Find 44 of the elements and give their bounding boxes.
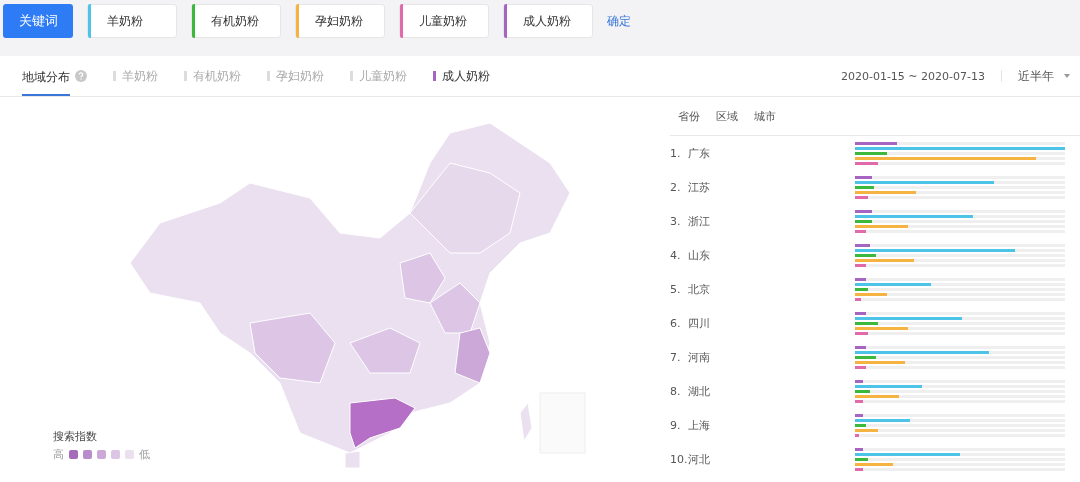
- legend-title: 搜索指数: [53, 429, 98, 444]
- region-tab[interactable]: 省份: [678, 108, 700, 124]
- rank-number: 8.: [670, 384, 682, 398]
- caret-icon: [1064, 74, 1070, 78]
- legend-low-label: 低: [139, 447, 150, 462]
- rank-number: 3.: [670, 214, 682, 228]
- period-dropdown[interactable]: 近半年: [1018, 67, 1070, 85]
- province-name: 河南: [688, 349, 711, 365]
- province-name: 广东: [688, 145, 711, 161]
- keyword-button[interactable]: 关键词: [3, 4, 73, 38]
- rank-number: 9.: [670, 418, 682, 432]
- tab-marker-icon: [350, 71, 353, 81]
- tab-marker-icon: [184, 71, 187, 81]
- tab-marker-icon: [267, 71, 270, 81]
- province-name: 河北: [688, 451, 711, 467]
- rank-number: 4.: [670, 248, 682, 262]
- legend-high-label: 高: [53, 447, 64, 462]
- keyword-field[interactable]: 成人奶粉: [503, 4, 593, 38]
- province-name: 江苏: [688, 179, 711, 195]
- province-name: 上海: [688, 417, 711, 433]
- date-range: 2020-01-15 ~ 2020-07-13: [840, 69, 985, 83]
- rank-number: 2.: [670, 180, 682, 194]
- confirm-link[interactable]: 确定: [607, 12, 631, 30]
- keyword-field[interactable]: 有机奶粉: [191, 4, 281, 38]
- province-name: 湖北: [688, 383, 711, 399]
- region-tab[interactable]: 城市: [754, 108, 776, 124]
- rank-number: 10.: [670, 452, 688, 466]
- province-name: 山东: [688, 247, 711, 263]
- help-icon[interactable]: [75, 70, 87, 82]
- tab-marker-icon: [433, 71, 436, 81]
- section-title: 地域分布: [22, 56, 70, 96]
- tab-marker-icon: [113, 71, 116, 81]
- province-name: 四川: [688, 315, 711, 331]
- keyword-field[interactable]: 孕妇奶粉: [295, 4, 385, 38]
- region-tab[interactable]: 区域: [716, 108, 738, 124]
- keyword-field[interactable]: 儿童奶粉: [399, 4, 489, 38]
- province-name: 浙江: [688, 213, 711, 229]
- province-name: 北京: [688, 281, 711, 297]
- rank-number: 1.: [670, 146, 682, 160]
- keyword-tab[interactable]: 成人奶粉: [433, 67, 490, 85]
- rank-number: 6.: [670, 316, 682, 330]
- rank-number: 7.: [670, 350, 682, 364]
- keyword-field[interactable]: 羊奶粉: [87, 4, 177, 38]
- rank-number: 5.: [670, 282, 682, 296]
